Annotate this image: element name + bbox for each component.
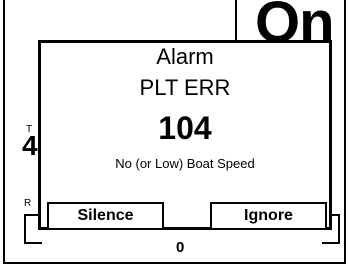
dialog-title: Alarm bbox=[156, 44, 214, 69]
ignore-button[interactable]: Ignore bbox=[210, 202, 327, 230]
background-bottom-value: 0 bbox=[176, 239, 185, 256]
alarm-code-label: PLT ERR bbox=[139, 75, 231, 100]
background-label-r: R bbox=[24, 198, 32, 209]
alarm-code: 104 bbox=[158, 110, 212, 146]
panel-divider bbox=[235, 0, 237, 42]
instrument-screen: On T 4 R 0 Alarm PLT ERR 104 No (or Low)… bbox=[0, 0, 349, 267]
alarm-dialog: Alarm PLT ERR 104 No (or Low) Boat Speed… bbox=[38, 40, 332, 230]
silence-button[interactable]: Silence bbox=[47, 202, 164, 230]
background-glyph: 4 bbox=[22, 130, 38, 161]
alarm-description: No (or Low) Boat Speed bbox=[115, 156, 255, 171]
